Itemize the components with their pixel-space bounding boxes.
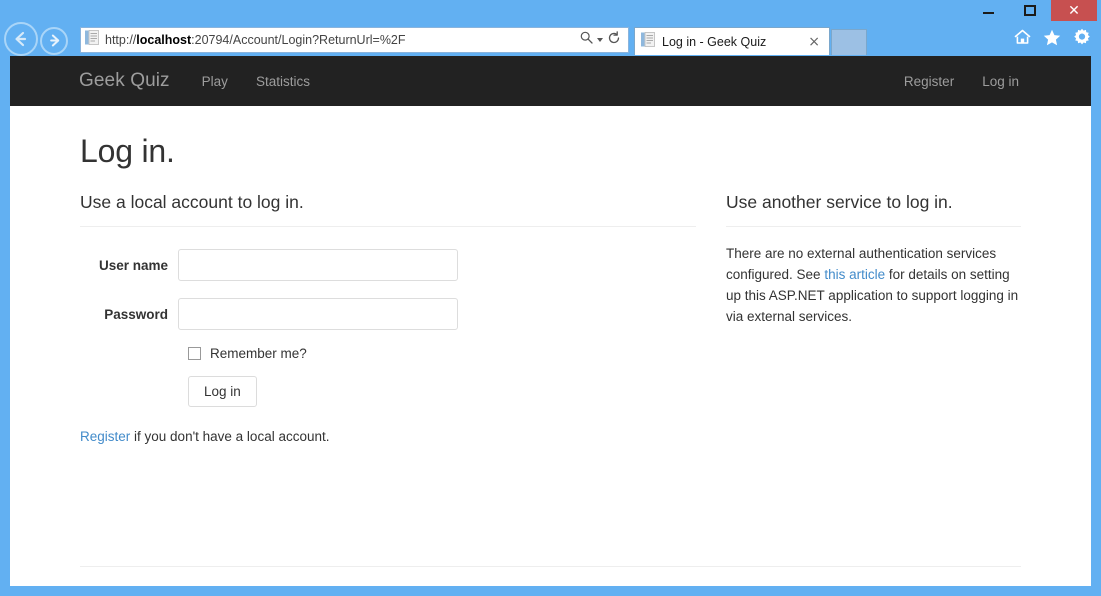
local-login-divider	[80, 226, 696, 227]
local-login-subheading: Use a local account to log in.	[80, 192, 696, 213]
address-bar-url: http://localhost:20794/Account/Login?Ret…	[105, 33, 580, 47]
minimize-button[interactable]	[967, 0, 1009, 20]
forward-button[interactable]	[40, 27, 68, 55]
browser-tab-active[interactable]: Log in - Geek Quiz ×	[634, 27, 830, 55]
nav-item-statistics[interactable]: Statistics	[242, 74, 324, 89]
close-icon: ✕	[1068, 4, 1080, 18]
remember-me-row: Remember me?	[188, 346, 696, 361]
title-bar: ✕	[0, 0, 1101, 20]
browser-navigation-buttons	[4, 22, 68, 56]
nav-item-play[interactable]: Play	[188, 74, 242, 89]
address-bar[interactable]: http://localhost:20794/Account/Login?Ret…	[80, 27, 629, 53]
password-label: Password	[80, 307, 178, 322]
content-columns: Use a local account to log in. User name…	[80, 192, 1021, 444]
username-label: User name	[80, 258, 178, 273]
site-navbar: Geek Quiz Play Statistics Register Log i…	[10, 56, 1091, 106]
chevron-down-icon[interactable]	[597, 38, 603, 42]
url-host: localhost	[136, 33, 191, 47]
register-link[interactable]: Register	[80, 429, 130, 444]
search-icon[interactable]	[580, 31, 593, 49]
tab-page-icon	[641, 32, 655, 52]
browser-command-bar	[1014, 28, 1091, 51]
maximize-icon	[1024, 5, 1036, 16]
back-arrow-icon	[12, 30, 30, 48]
url-prefix: http://	[105, 33, 136, 47]
page-viewport: Geek Quiz Play Statistics Register Log i…	[10, 56, 1091, 586]
navbar-right-group: Register Log in	[890, 74, 1033, 89]
submit-row: Log in	[188, 376, 696, 407]
nav-item-login[interactable]: Log in	[968, 74, 1033, 89]
gear-icon[interactable]	[1073, 28, 1091, 51]
tab-title: Log in - Geek Quiz	[662, 35, 805, 49]
url-rest: :20794/Account/Login?ReturnUrl=%2F	[191, 33, 405, 47]
address-bar-icons	[580, 31, 621, 50]
maximize-button[interactable]	[1009, 0, 1051, 20]
register-prompt-tail: if you don't have a local account.	[130, 429, 329, 444]
this-article-link[interactable]: this article	[824, 267, 885, 282]
copyright-text: © 2014 - Geek Quiz	[80, 585, 1021, 586]
form-row-username: User name	[80, 249, 696, 281]
tab-close-icon[interactable]: ×	[805, 35, 823, 49]
register-prompt: Register if you don't have a local accou…	[80, 429, 696, 444]
remember-me-label: Remember me?	[210, 346, 307, 361]
nav-item-register[interactable]: Register	[890, 74, 968, 89]
external-login-paragraph: There are no external authentication ser…	[726, 244, 1021, 328]
remember-me-checkbox[interactable]	[188, 347, 201, 360]
form-row-password: Password	[80, 298, 696, 330]
brand-link[interactable]: Geek Quiz	[79, 70, 170, 92]
new-tab-button[interactable]	[831, 29, 867, 55]
page-icon	[85, 30, 99, 50]
page-footer: © 2014 - Geek Quiz	[80, 553, 1021, 586]
minimize-icon	[983, 12, 994, 14]
forward-arrow-icon	[47, 33, 62, 48]
password-input[interactable]	[178, 298, 458, 330]
refresh-icon[interactable]	[607, 31, 621, 50]
back-button[interactable]	[4, 22, 38, 56]
external-login-section: Use another service to log in. There are…	[726, 192, 1021, 444]
external-login-subheading: Use another service to log in.	[726, 192, 1021, 213]
page-title: Log in.	[80, 133, 1021, 170]
username-input[interactable]	[178, 249, 458, 281]
star-icon[interactable]	[1043, 29, 1061, 51]
local-login-section: Use a local account to log in. User name…	[80, 192, 696, 444]
home-icon[interactable]	[1014, 29, 1031, 50]
footer-divider	[80, 566, 1021, 567]
login-submit-button[interactable]: Log in	[188, 376, 257, 407]
browser-window: ✕	[0, 0, 1101, 596]
tab-strip: Log in - Geek Quiz ×	[634, 27, 867, 55]
close-button[interactable]: ✕	[1051, 0, 1097, 21]
page-content: Log in. Use a local account to log in. U…	[10, 133, 1091, 444]
window-controls: ✕	[967, 0, 1097, 21]
external-login-divider	[726, 226, 1021, 227]
